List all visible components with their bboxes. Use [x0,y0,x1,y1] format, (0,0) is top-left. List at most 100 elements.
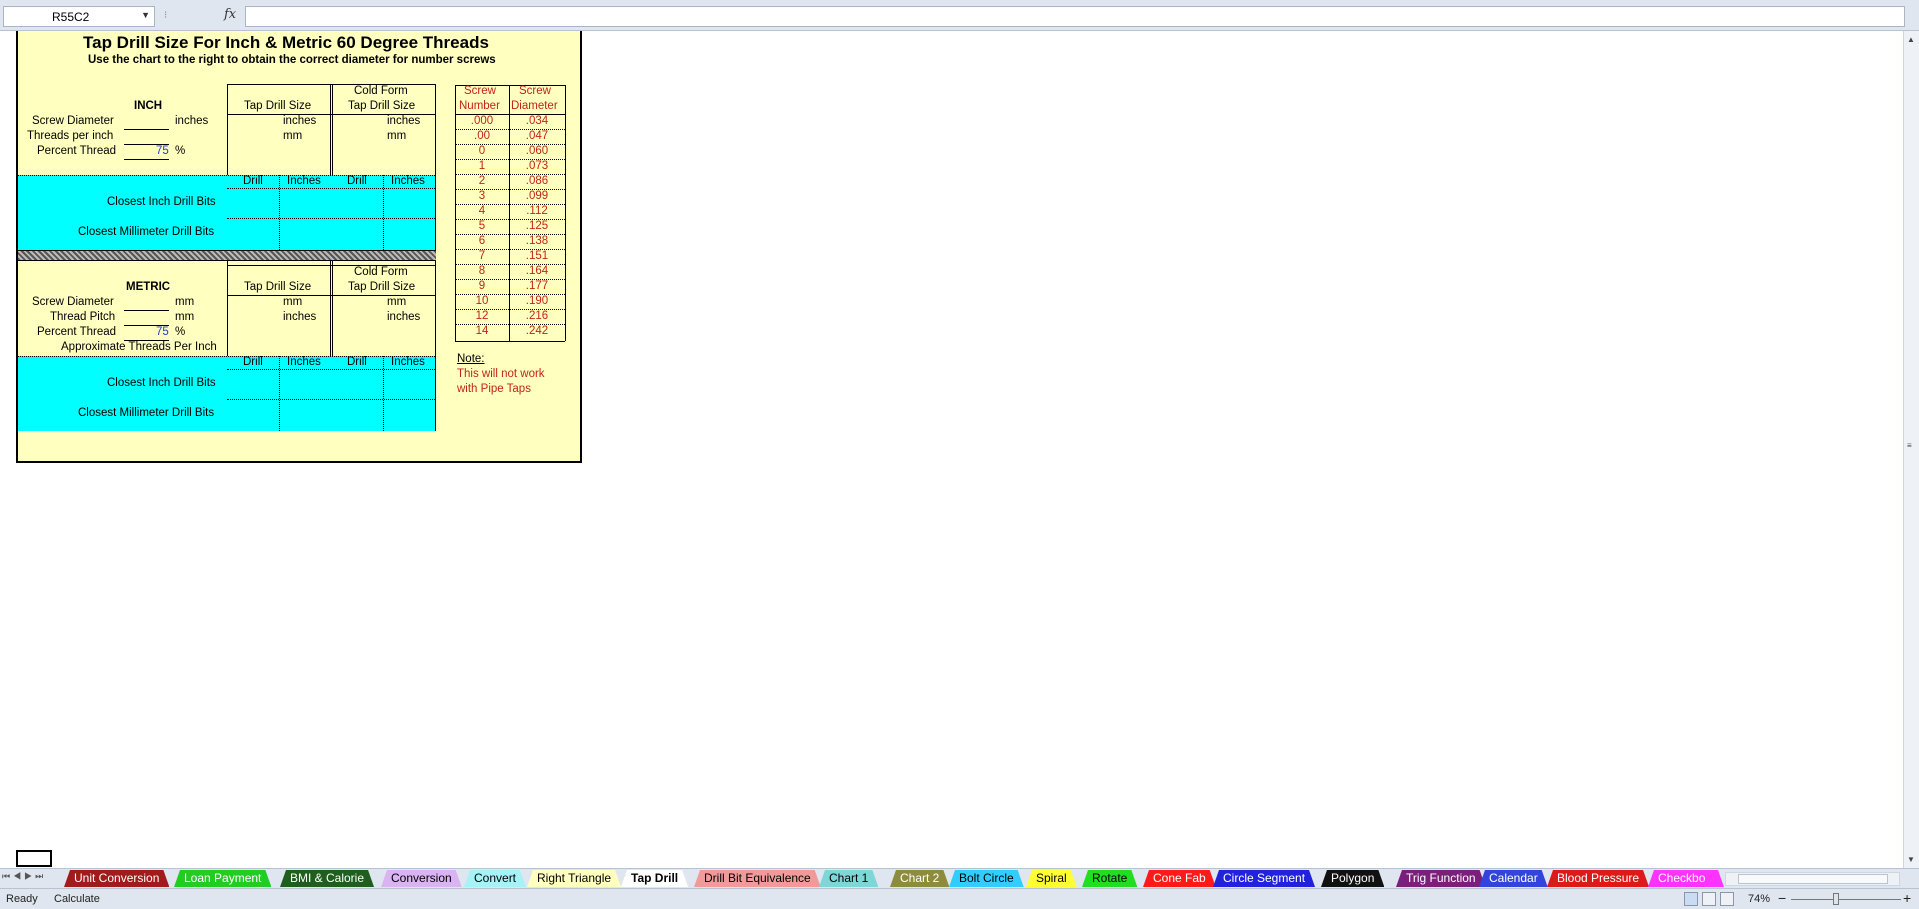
inch-screw-diameter-input[interactable] [124,129,169,130]
threads-per-inch-label: Threads per inch [27,130,114,142]
metric-tap-drill-header: Tap Drill Size [244,281,312,293]
screw-number-cell: 10 [475,295,489,307]
inch-percent-thread-input[interactable]: 75 [156,145,169,157]
zoom-slider-thumb[interactable] [1833,893,1839,905]
sheet-tab[interactable]: Conversion [381,870,462,887]
sheet-tab-bar: ⏮◀▶⏭ Unit Conversion Loan Payment BMI & Ca… [0,868,1919,888]
grip-icon[interactable]: ⁝ [164,10,167,21]
sheet-tab[interactable]: Checkbo [1648,870,1724,887]
scroll-up-icon[interactable]: ▲ [1907,35,1915,44]
metric-panel-subheader [227,369,435,370]
screw-number-header-2: Number [459,100,500,112]
sheet-tab[interactable]: Drill Bit Equivalence [694,870,821,887]
sheet-tab[interactable]: Rotate [1082,870,1137,887]
metric-tap-unit-1: mm [283,296,303,308]
insert-function-icon[interactable]: fx [224,7,236,22]
name-box-value: R55C2 [52,10,90,24]
screw-diameter-cell: .190 [525,295,549,307]
screw-diameter-cell: .034 [525,115,549,127]
selected-cell[interactable] [16,850,52,867]
sheet-tab[interactable]: Convert [464,870,526,887]
metric-percent-unit: % [175,326,186,338]
formula-input[interactable] [245,6,1905,27]
status-bar: Ready Calculate 74% − + [0,888,1919,909]
screw-diameter-cell: .099 [525,190,549,202]
inch-heading: INCH [134,100,163,112]
screw-number-cell: 5 [478,220,486,232]
metric-drill-col-1: Drill [243,356,263,368]
horizontal-scrollbar[interactable] [1725,872,1900,886]
screw-diameter-cell: .138 [525,235,549,247]
sheet-tab[interactable]: Chart 1 [819,870,878,887]
screw-diameter-cell: .151 [525,250,549,262]
worksheet-grid[interactable]: Tap Drill Size For Inch & Metric 60 Degr… [0,31,1903,868]
zoom-level[interactable]: 74% [1748,893,1770,905]
note-line-2: with Pipe Taps [457,383,531,395]
sheet-tab[interactable]: Cone Fab [1143,870,1216,887]
form-subtitle: Use the chart to the right to obtain the… [88,54,496,66]
thread-pitch-unit: mm [175,311,195,323]
page-break-view-icon[interactable] [1720,892,1734,906]
sheet-tab[interactable]: BMI & Calorie [280,870,374,887]
sheet-tab[interactable]: Chart 2 [890,870,949,887]
page-layout-view-icon[interactable] [1702,892,1716,906]
metric-heading: METRIC [126,281,171,293]
status-calculate[interactable]: Calculate [54,893,100,905]
screw-diameter-cell: .086 [525,175,549,187]
screw-diameter-cell: .047 [525,130,549,142]
formula-bar: R55C2 ▼ ⁝ fx [0,0,1919,31]
zoom-slider[interactable] [1791,899,1901,900]
tab-scroll-buttons[interactable]: ⏮◀▶⏭ [2,871,52,887]
sheet-tab[interactable]: Blood Pressure [1547,870,1649,887]
metric-percent-thread-input[interactable]: 75 [156,326,169,338]
sheet-tab[interactable]: Polygon [1321,870,1384,887]
inch-inches-col-2: Inches [391,175,425,187]
scroll-down-icon[interactable]: ▼ [1907,855,1915,864]
sheet-tab[interactable]: Bolt Circle [949,870,1024,887]
sheet-tab[interactable]: Trig Function [1396,870,1486,887]
formula-buttons: ⁝ fx [160,6,243,27]
vertical-scrollbar[interactable]: ▲ ≡ ▼ [1903,31,1919,868]
scroll-grip-icon[interactable]: ≡ [1907,441,1912,450]
metric-panel-top [18,356,435,357]
inch-panel-subheader [227,188,435,189]
inch-inches-col-1: Inches [287,175,321,187]
sheet-tab[interactable]: Calendar [1479,870,1548,887]
horizontal-scroll-thumb[interactable] [1738,874,1888,884]
inch-screw-diameter-label: Screw Diameter [32,115,114,127]
inch-closest-mm-label: Closest Millimeter Drill Bits [78,226,215,238]
sheet-tab[interactable]: Unit Conversion [64,870,169,887]
screw-number-cell: 8 [478,265,486,277]
metric-inches-col-1: Inches [287,356,321,368]
metric-screw-diameter-input[interactable] [124,310,169,311]
inch-screw-diameter-unit: inches [175,115,209,127]
screw-number-cell: 4 [478,205,486,217]
chevron-down-icon[interactable]: ▼ [141,10,150,20]
screw-diameter-cell: .073 [525,160,549,172]
inch-drill-bits-panel [18,175,435,250]
metric-box-right [435,261,436,431]
zoom-in-icon[interactable]: + [1903,890,1911,906]
metric-cold-form-header-2: Tap Drill Size [348,281,416,293]
inch-cold-form-header-2: Tap Drill Size [348,100,416,112]
metric-cold-unit-2: inches [387,311,421,323]
sheet-tab[interactable]: Loan Payment [174,870,271,887]
screw-number-cell: 7 [478,250,486,262]
metric-tap-unit-2: inches [283,311,317,323]
sheet-tab[interactable]: Right Triangle [527,870,621,887]
sheet-tab[interactable]: Tap Drill [621,870,688,887]
thread-pitch-label: Thread Pitch [50,311,116,323]
screw-number-cell: 2 [478,175,486,187]
normal-view-icon[interactable] [1684,892,1698,906]
inch-panel-top [18,175,435,176]
approx-threads-per-inch-label: Approximate Threads Per Inch [61,341,217,353]
screw-number-header-1: Screw [464,85,496,97]
screw-diameter-cell: .125 [525,220,549,232]
name-box[interactable]: R55C2 ▼ [3,6,155,27]
note-line-1: This will not work [457,368,545,380]
section-separator [18,250,436,261]
metric-cold-unit-1: mm [387,296,407,308]
sheet-tab[interactable]: Circle Segment [1213,870,1315,887]
zoom-out-icon[interactable]: − [1778,890,1786,906]
sheet-tab[interactable]: Spiral [1026,870,1077,887]
